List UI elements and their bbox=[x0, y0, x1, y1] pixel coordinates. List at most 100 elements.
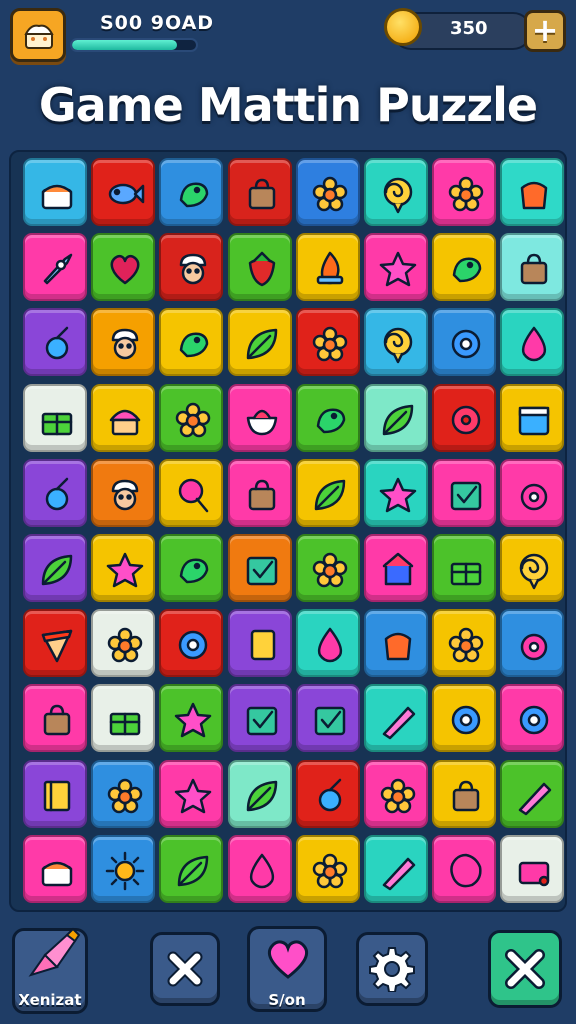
bird-icon bbox=[452, 257, 482, 283]
tile[interactable] bbox=[295, 383, 360, 452]
tile[interactable] bbox=[432, 458, 497, 527]
tile[interactable] bbox=[295, 759, 360, 828]
home-button[interactable] bbox=[10, 8, 66, 62]
tile[interactable] bbox=[227, 534, 292, 602]
tile[interactable] bbox=[364, 458, 428, 527]
tile[interactable] bbox=[364, 534, 428, 602]
tile[interactable] bbox=[295, 308, 360, 377]
gift-icon bbox=[41, 412, 73, 435]
tile[interactable] bbox=[295, 684, 360, 753]
tile[interactable] bbox=[23, 158, 87, 226]
tile[interactable] bbox=[364, 383, 428, 452]
tile[interactable] bbox=[500, 383, 565, 452]
tile[interactable] bbox=[364, 759, 428, 828]
level-progress-bar bbox=[70, 38, 198, 52]
tile[interactable] bbox=[159, 684, 224, 753]
tile[interactable] bbox=[91, 308, 156, 377]
tile[interactable] bbox=[159, 759, 224, 828]
tile[interactable] bbox=[295, 609, 360, 678]
tile[interactable] bbox=[159, 308, 224, 377]
tile[interactable] bbox=[432, 534, 497, 602]
heart-button[interactable]: S/on bbox=[247, 926, 327, 1012]
booster-label: Xenizat bbox=[18, 991, 82, 1009]
tile[interactable] bbox=[23, 233, 87, 302]
tile[interactable] bbox=[23, 534, 87, 602]
tile[interactable] bbox=[364, 308, 428, 377]
tile[interactable] bbox=[500, 534, 565, 602]
flower-icon bbox=[312, 552, 348, 588]
tile[interactable] bbox=[23, 383, 87, 452]
tile[interactable] bbox=[91, 383, 156, 452]
tile[interactable] bbox=[159, 609, 224, 678]
add-coins-button[interactable]: + bbox=[524, 10, 566, 52]
pen-icon bbox=[382, 707, 416, 740]
tile[interactable] bbox=[295, 534, 360, 602]
tile[interactable] bbox=[159, 534, 224, 602]
tile[interactable] bbox=[295, 158, 360, 226]
tile[interactable] bbox=[23, 834, 87, 903]
tile[interactable] bbox=[159, 458, 224, 527]
tile[interactable] bbox=[91, 759, 156, 828]
tile[interactable] bbox=[227, 684, 292, 753]
tile[interactable] bbox=[500, 684, 565, 753]
flower-icon bbox=[448, 176, 484, 212]
tile[interactable] bbox=[432, 609, 497, 678]
tile[interactable] bbox=[295, 834, 360, 903]
tile[interactable] bbox=[91, 458, 156, 527]
booster-button[interactable]: Xenizat bbox=[12, 927, 88, 1014]
rocket-icon bbox=[43, 253, 73, 285]
tile[interactable] bbox=[23, 308, 87, 377]
close-button[interactable] bbox=[150, 932, 220, 1006]
tile[interactable] bbox=[227, 308, 292, 377]
tile[interactable] bbox=[500, 609, 565, 678]
tile[interactable] bbox=[227, 609, 292, 678]
gear-icon bbox=[451, 330, 481, 359]
tile[interactable] bbox=[23, 609, 87, 678]
tile[interactable] bbox=[364, 609, 428, 678]
tile[interactable] bbox=[91, 834, 156, 903]
tile[interactable] bbox=[295, 233, 360, 302]
tile[interactable] bbox=[432, 759, 497, 828]
bag-icon bbox=[248, 178, 275, 210]
tile[interactable] bbox=[227, 158, 292, 226]
tile[interactable] bbox=[432, 308, 497, 377]
tile[interactable] bbox=[364, 834, 428, 903]
tile[interactable] bbox=[500, 308, 565, 377]
star-icon bbox=[175, 778, 212, 813]
tile[interactable] bbox=[500, 834, 565, 903]
tile[interactable] bbox=[500, 759, 565, 828]
tile[interactable] bbox=[91, 684, 156, 753]
tile[interactable] bbox=[432, 158, 497, 226]
tile[interactable] bbox=[227, 383, 292, 452]
tile[interactable] bbox=[227, 233, 292, 302]
tile[interactable] bbox=[227, 759, 292, 828]
tile[interactable] bbox=[500, 233, 565, 302]
tile[interactable] bbox=[364, 233, 428, 302]
tile[interactable] bbox=[227, 834, 292, 903]
tile[interactable] bbox=[227, 458, 292, 527]
tile[interactable] bbox=[500, 458, 565, 527]
tile[interactable] bbox=[432, 383, 497, 452]
tile[interactable] bbox=[159, 834, 224, 903]
tile[interactable] bbox=[159, 233, 224, 302]
tile[interactable] bbox=[91, 609, 156, 678]
tile[interactable] bbox=[364, 158, 428, 226]
tile[interactable] bbox=[159, 383, 224, 452]
tile[interactable] bbox=[91, 534, 156, 602]
tile[interactable] bbox=[91, 158, 156, 226]
tile[interactable] bbox=[23, 759, 87, 828]
chef-icon bbox=[180, 253, 207, 285]
spiral-icon bbox=[520, 553, 549, 590]
settings-button[interactable] bbox=[356, 932, 428, 1006]
tile[interactable] bbox=[23, 684, 87, 753]
tile[interactable] bbox=[23, 458, 87, 527]
tile[interactable] bbox=[432, 834, 497, 903]
tile[interactable] bbox=[500, 158, 565, 226]
tile[interactable] bbox=[432, 684, 497, 753]
tile[interactable] bbox=[159, 158, 224, 226]
tile[interactable] bbox=[91, 233, 156, 302]
cancel-button[interactable] bbox=[488, 930, 562, 1008]
tile[interactable] bbox=[432, 233, 497, 302]
tile[interactable] bbox=[364, 684, 428, 753]
tile[interactable] bbox=[295, 458, 360, 527]
